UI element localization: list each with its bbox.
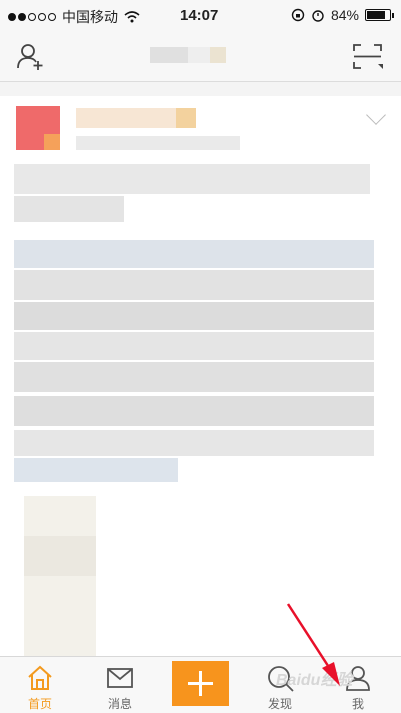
annotation-arrow-icon	[286, 603, 340, 686]
